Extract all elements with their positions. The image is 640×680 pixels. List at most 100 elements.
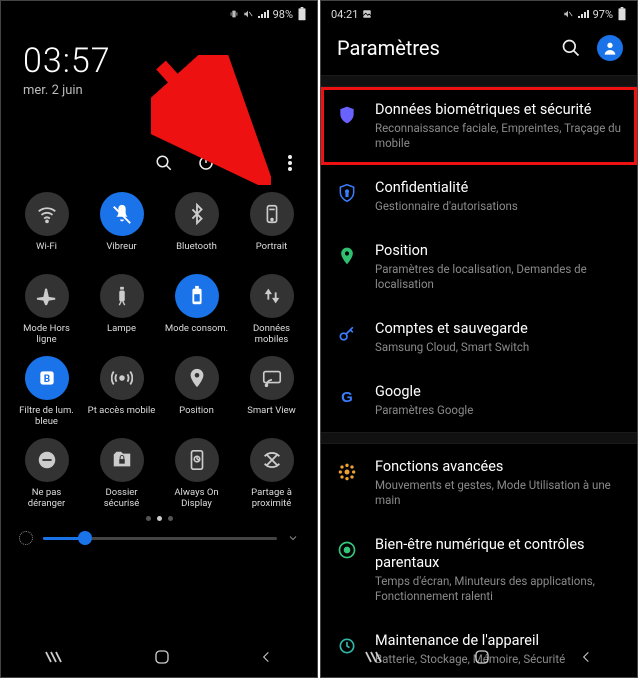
nav-home[interactable] — [473, 648, 491, 666]
settings-row-title: Données biométriques et sécurité — [375, 101, 621, 119]
signal-icon — [577, 9, 589, 19]
settings-row-biometrie[interactable]: Données biométriques et sécurité Reconnai… — [321, 87, 637, 165]
location-icon — [335, 244, 359, 268]
mute-icon — [563, 9, 573, 19]
qs-tile-donnees-mobiles[interactable]: Données mobiles — [234, 274, 309, 346]
status-bar: 04:21 97% — [321, 1, 637, 23]
mode-hors-ligne-icon — [25, 274, 69, 318]
settings-row-google[interactable]: GGoogleParamètres Google — [321, 369, 637, 432]
qs-tile-mode-hors-ligne[interactable]: Mode Hors ligne — [9, 274, 84, 346]
qs-tile-label: Position — [179, 406, 214, 428]
settings-row-title: Fonctions avancées — [375, 458, 621, 476]
qs-tile-label: Vibreur — [106, 242, 136, 264]
brightness-icon — [19, 531, 33, 545]
portrait-icon — [250, 192, 294, 236]
settings-row-subtitle: Gestionnaire d'autorisations — [375, 199, 621, 214]
qs-tile-label: Mode consom. — [165, 324, 228, 346]
settings-row-position[interactable]: PositionParamètres de localisation, Dema… — [321, 228, 637, 306]
google-icon: G — [335, 385, 359, 409]
donnees-mobiles-icon — [250, 274, 294, 318]
qs-tile-ne-pas-deranger[interactable]: Ne pas déranger — [9, 438, 84, 510]
status-bar: 98% — [1, 1, 317, 23]
qs-tile-label: Dossier sécurisé — [88, 488, 156, 510]
nav-home[interactable] — [153, 648, 171, 666]
signal-icon — [257, 9, 269, 19]
ne-pas-deranger-icon — [25, 438, 69, 482]
wellbeing-icon — [335, 538, 359, 562]
settings-row-subtitle: Paramètres de localisation, Demandes de … — [375, 262, 621, 292]
clock-time: 03:57 — [23, 41, 317, 81]
status-time: 04:21 — [331, 8, 358, 21]
vibrate-status-icon — [229, 9, 239, 19]
battery-icon — [617, 7, 627, 21]
shield-filled-icon — [335, 103, 359, 127]
settings-row-subtitle: Temps d'écran, Minuteurs des application… — [375, 574, 621, 604]
battery-text: 97% — [593, 8, 613, 21]
settings-row-title: Bien-être numérique et contrôles parenta… — [375, 536, 621, 572]
always-on-display-icon — [175, 438, 219, 482]
qs-tile-mode-conso[interactable]: Mode consom. — [159, 274, 234, 346]
search-button[interactable] — [561, 38, 581, 58]
qs-tile-vibreur[interactable]: Vibreur — [84, 192, 159, 264]
chevron-down-icon[interactable] — [287, 532, 299, 544]
settings-row-fonctions-avancees[interactable]: Fonctions avancéesMouvements et gestes, … — [321, 444, 637, 522]
qs-tile-position[interactable]: Position — [159, 356, 234, 428]
qs-tile-dossier-securise[interactable]: Dossier sécurisé — [84, 438, 159, 510]
screenshot-icon — [362, 9, 372, 19]
qs-tile-smart-view[interactable]: Smart View — [234, 356, 309, 428]
battery-text: 98% — [273, 8, 293, 21]
settings-row-subtitle: Reconnaissance faciale, Empreintes, Traç… — [375, 121, 621, 151]
search-button[interactable] — [153, 152, 175, 174]
settings-row-bien-etre[interactable]: Bien-être numérique et contrôles parenta… — [321, 522, 637, 618]
qs-tile-label: Pt accès mobile — [88, 406, 156, 428]
nav-back[interactable] — [259, 649, 273, 665]
qs-tile-portrait[interactable]: Portrait — [234, 192, 309, 264]
smart-view-icon — [250, 356, 294, 400]
qs-tile-pt-acces-mobile[interactable]: Pt accès mobile — [84, 356, 159, 428]
qs-tile-label: Ne pas déranger — [13, 488, 81, 510]
qs-tile-label: Données mobiles — [238, 324, 306, 346]
settings-row-confidentialite[interactable]: Confidentialité Gestionnaire d'autorisati… — [321, 165, 637, 228]
settings-row-subtitle: Samsung Cloud, Smart Switch — [375, 340, 621, 355]
settings-button[interactable] — [237, 152, 259, 174]
nav-back[interactable] — [579, 649, 593, 665]
dossier-securise-icon — [100, 438, 144, 482]
qs-tile-label: Bluetooth — [176, 242, 217, 264]
more-button[interactable] — [279, 152, 301, 174]
settings-row-title: Confidentialité — [375, 179, 621, 197]
qs-tile-filtre-lum-bleue[interactable]: B Filtre de lum. bleue — [9, 356, 84, 428]
qs-tile-partage-proximite[interactable]: Partage à proximité — [234, 438, 309, 510]
advanced-icon — [335, 460, 359, 484]
page-title: Paramètres — [337, 36, 561, 60]
mode-conso-icon — [175, 274, 219, 318]
qs-tile-label: Partage à proximité — [238, 488, 306, 510]
filtre-lum-bleue-icon: B — [25, 356, 69, 400]
qs-tile-label: Portrait — [256, 242, 288, 264]
qs-tile-label: Filtre de lum. bleue — [13, 406, 81, 428]
power-button[interactable] — [195, 152, 217, 174]
qs-tile-always-on-display[interactable]: Always On Display — [159, 438, 234, 510]
vibreur-icon — [100, 192, 144, 236]
qs-tile-bluetooth[interactable]: Bluetooth — [159, 192, 234, 264]
settings-row-subtitle: Paramètres Google — [375, 403, 621, 418]
qs-tile-lampe[interactable]: Lampe — [84, 274, 159, 346]
settings-screen: 04:21 97% Paramètres Données biométrique… — [320, 0, 638, 678]
settings-row-comptes[interactable]: Comptes et sauvegarde Samsung Cloud, Smar… — [321, 306, 637, 369]
nav-recents[interactable] — [45, 650, 65, 664]
qs-tile-wifi[interactable]: Wi-Fi — [9, 192, 84, 264]
mute-icon — [243, 9, 253, 19]
qs-tile-label: Always On Display — [163, 488, 231, 510]
clock-date: mer. 2 juin — [23, 83, 317, 98]
qs-tile-label: Wi-Fi — [36, 242, 57, 264]
pt-acces-mobile-icon — [100, 356, 144, 400]
brightness-slider[interactable] — [1, 521, 317, 545]
settings-row-title: Comptes et sauvegarde — [375, 320, 621, 338]
svg-text:B: B — [43, 374, 49, 385]
partage-proximite-icon — [250, 438, 294, 482]
battery-icon — [297, 7, 307, 21]
qs-tile-label: Lampe — [107, 324, 136, 346]
nav-recents[interactable] — [365, 650, 385, 664]
quick-settings-panel: 98% 03:57 mer. 2 juin Wi-Fi Vibreur Blueto… — [0, 0, 318, 678]
shield-outline-icon — [335, 181, 359, 205]
account-avatar[interactable] — [597, 35, 623, 61]
